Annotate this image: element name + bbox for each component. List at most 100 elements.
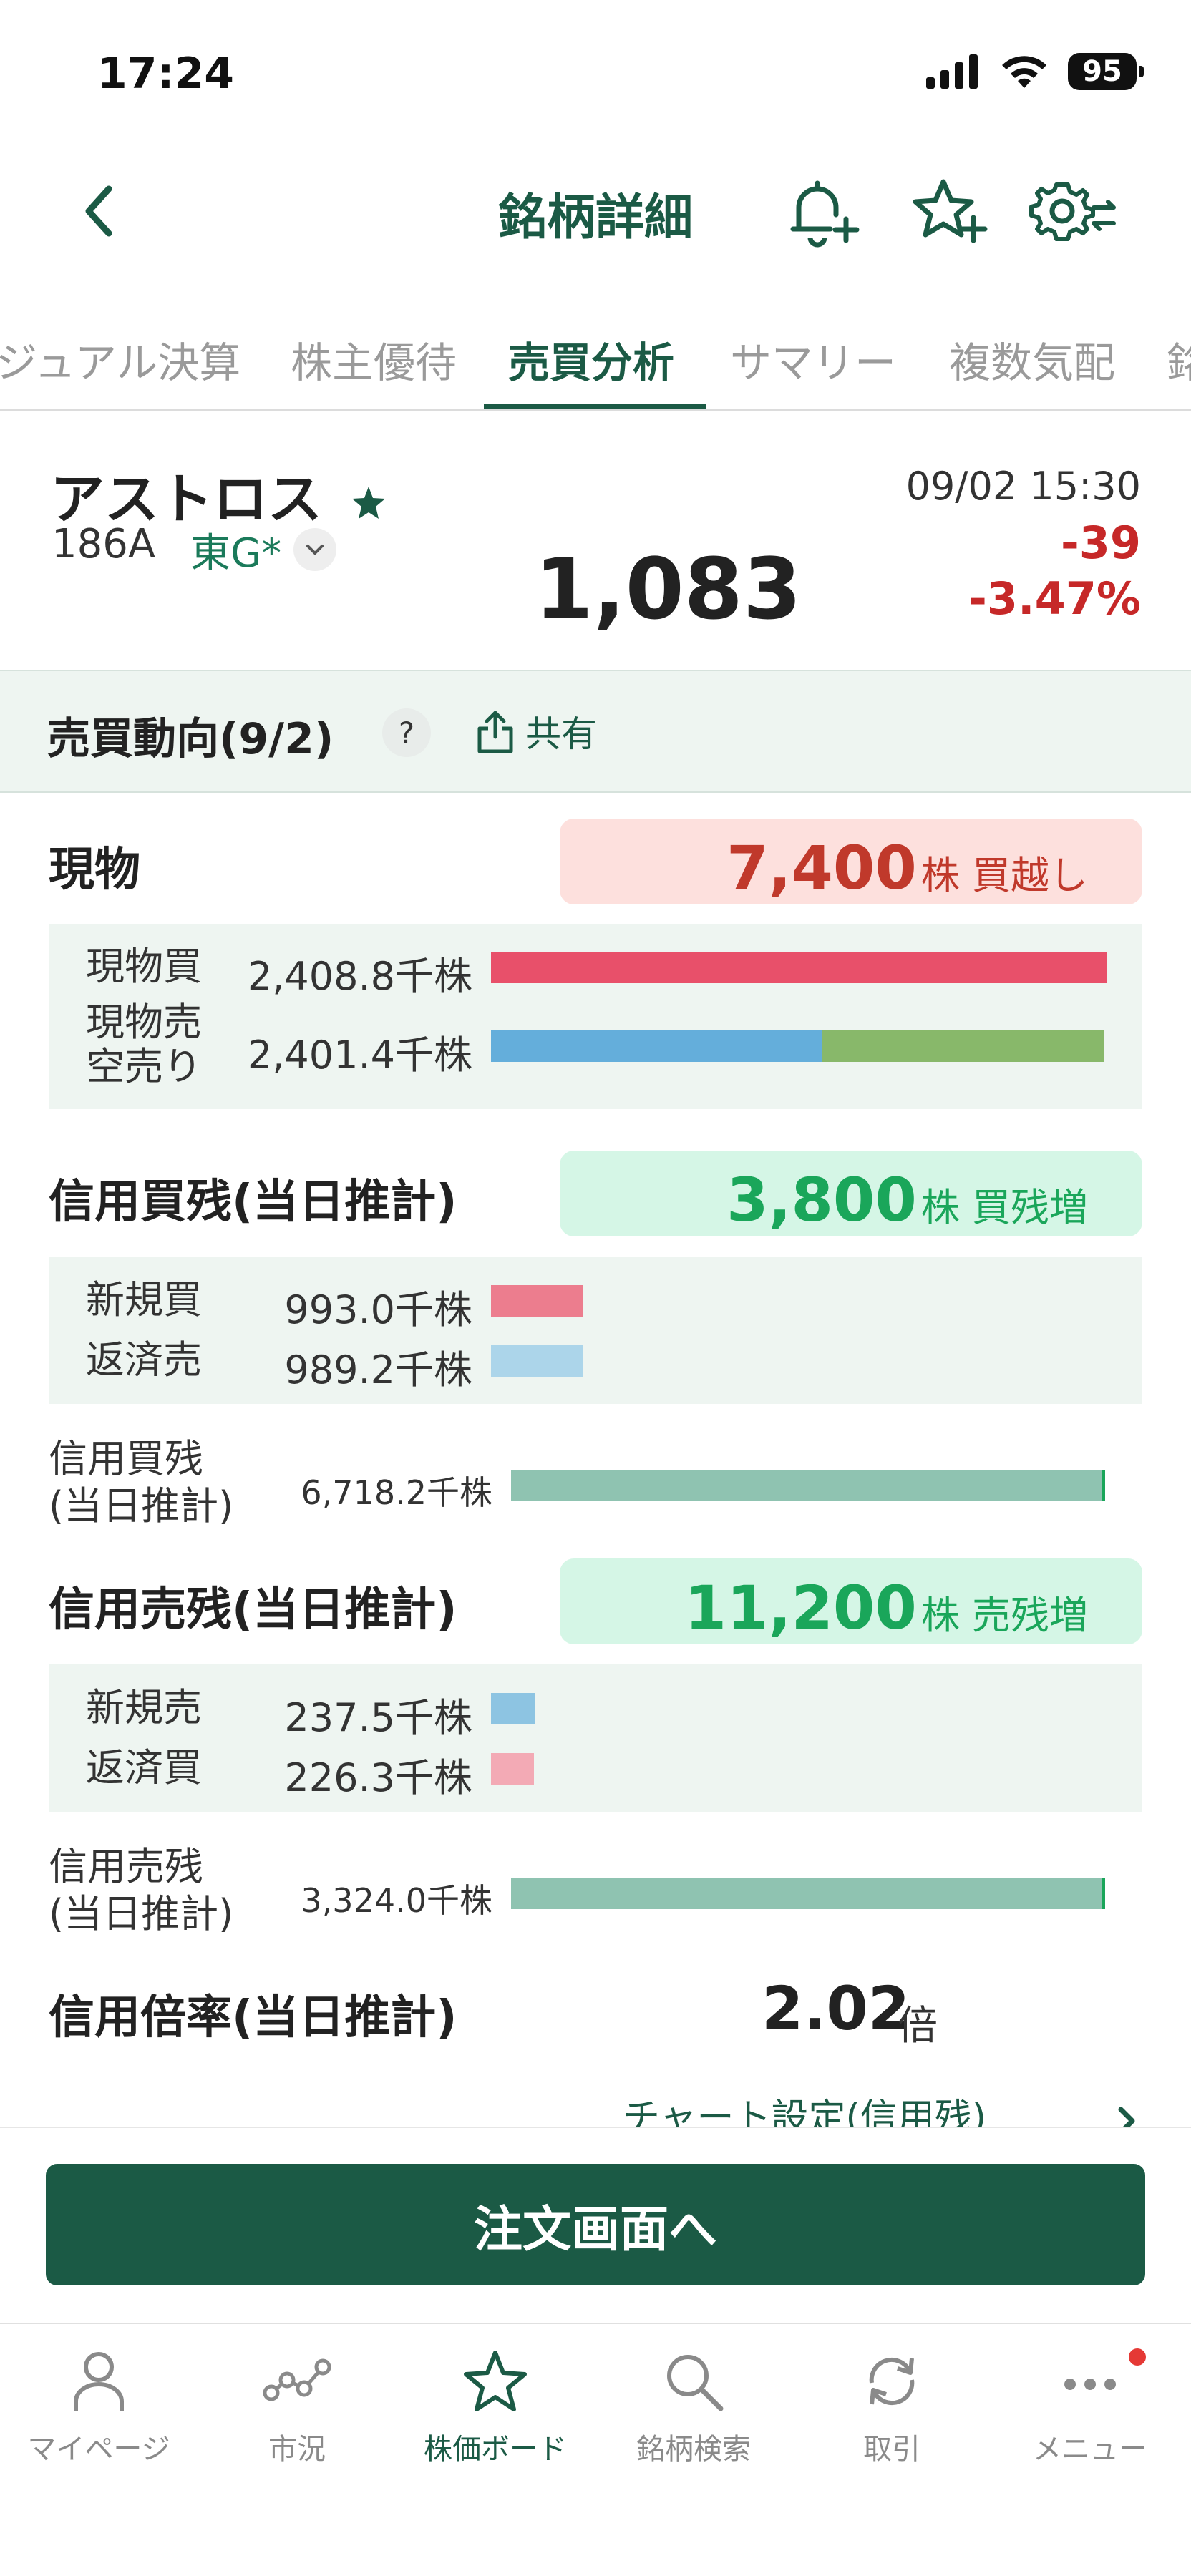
- ratio-unit: 倍: [898, 2003, 938, 2049]
- repay-buy-label: 返済買: [86, 1745, 202, 1790]
- price-change-percent: -3.47%: [968, 572, 1141, 625]
- margin-sell-panel: [49, 1664, 1142, 1812]
- margin-buy-balance-label-line2: (当日推計): [49, 1483, 234, 1528]
- ratio-title: 信用倍率(当日推計): [49, 1991, 457, 2044]
- gear-swap-icon: [1029, 182, 1116, 241]
- nav-menu[interactable]: メニュー: [991, 2346, 1189, 2467]
- new-sell-bar: [491, 1693, 535, 1724]
- repay-sell-bar: [491, 1345, 583, 1377]
- stock-code: 186A: [52, 521, 156, 567]
- genbutsu-sell-value: 2,401.4千株: [247, 1033, 472, 1078]
- person-icon: [74, 2352, 124, 2411]
- chevron-down-icon: [306, 545, 324, 555]
- chart-settings-link[interactable]: チャート設定(信用残): [623, 2089, 986, 2128]
- search-icon: [667, 2355, 724, 2411]
- new-sell-value: 237.5千株: [284, 1695, 472, 1740]
- margin-sell-title: 信用売残(当日推計): [49, 1584, 457, 1636]
- genbutsu-sell-bar-segment: [491, 1030, 822, 1062]
- price-change: -39: [1060, 517, 1141, 569]
- notification-dot: [1129, 2348, 1146, 2366]
- nav-mypage-label: マイページ: [27, 2433, 170, 2466]
- genbutsu-summary: 7,400 株 買越し: [560, 819, 1142, 904]
- tab-trading-analysis[interactable]: 売買分析: [508, 329, 674, 389]
- order-screen-button[interactable]: 注文画面へ: [46, 2164, 1145, 2285]
- genbutsu-buy-bar: [491, 952, 1107, 983]
- nav-menu-label: メニュー: [1033, 2433, 1147, 2466]
- genbutsu-sell-label-line1: 現物売: [86, 1000, 202, 1045]
- help-button[interactable]: ?: [382, 708, 431, 757]
- nav-mypage[interactable]: マイページ: [0, 2346, 198, 2467]
- settings-button[interactable]: [1025, 172, 1116, 250]
- star-icon: [464, 2351, 527, 2411]
- star-plus-icon: [913, 179, 988, 243]
- margin-sell-balance-label-line2: (当日推計): [49, 1891, 234, 1936]
- margin-buy-balance-label-line1: 信用買残: [49, 1436, 203, 1481]
- margin-buy-summary: 3,800 株 買残増: [560, 1151, 1142, 1236]
- chevron-right-icon: [1118, 2107, 1135, 2127]
- nav-market[interactable]: 市況: [198, 2346, 396, 2467]
- margin-buy-panel: [49, 1257, 1142, 1404]
- margin-buy-title: 信用買残(当日推計): [49, 1176, 457, 1229]
- nav-market-label: 市況: [268, 2433, 326, 2466]
- genbutsu-sell-bar: [491, 1030, 1104, 1062]
- current-price: 1,083: [534, 540, 802, 638]
- nav-search-label: 銘柄検索: [636, 2433, 751, 2466]
- market-dropdown[interactable]: [293, 528, 336, 571]
- repay-sell-label: 返済売: [86, 1337, 202, 1382]
- nav-stock-board-label: 株価ボード: [424, 2433, 567, 2466]
- tab-more[interactable]: 銘: [1167, 329, 1191, 389]
- active-tab-indicator: [484, 404, 706, 409]
- margin-buy-summary-unit: 株 買残増: [920, 1185, 1088, 1230]
- margin-sell-summary-number: 11,200: [684, 1573, 917, 1643]
- nav-trade-label: 取引: [863, 2433, 920, 2466]
- margin-buy-summary-number: 3,800: [726, 1165, 917, 1235]
- nav-search[interactable]: 銘柄検索: [595, 2346, 792, 2467]
- market-label[interactable]: 東G*: [190, 521, 281, 579]
- trade-icon: [869, 2357, 915, 2406]
- section-title: 売買動向(9/2): [47, 714, 334, 764]
- margin-buy-balance-value: 6,718.2千株: [301, 1473, 492, 1512]
- wifi-icon: [1002, 56, 1046, 88]
- new-buy-label: 新規買: [86, 1277, 202, 1322]
- genbutsu-summary-number: 7,400: [726, 833, 917, 903]
- tab-shareholder-benefits[interactable]: 株主優待: [291, 329, 457, 389]
- genbutsu-buy-label: 現物買: [86, 944, 202, 989]
- bottom-nav: マイページ 市況 株価ボード 銘柄検索 取引 メニュー: [0, 2323, 1191, 2576]
- menu-dots-icon: [1064, 2379, 1116, 2390]
- signal-icon: [926, 54, 978, 89]
- tab-summary[interactable]: サマリー: [730, 329, 896, 389]
- margin-sell-balance-value: 3,324.0千株: [301, 1881, 492, 1920]
- price-datetime: 09/02 15:30: [905, 464, 1141, 509]
- ratio-value: 2.02: [762, 1974, 910, 2044]
- battery-indicator: 95: [1068, 53, 1144, 90]
- margin-sell-summary-unit: 株 売残増: [920, 1593, 1088, 1638]
- genbutsu-sell-label: 現物売 空売り: [86, 1000, 202, 1089]
- repay-buy-value: 226.3千株: [284, 1755, 472, 1800]
- genbutsu-short-bar-segment: [822, 1030, 1104, 1062]
- status-time: 17:24: [97, 49, 234, 99]
- margin-buy-balance-label: 信用買残 (当日推計): [49, 1435, 233, 1530]
- tab-bar: ジュアル決算 株主優待 売買分析 サマリー 複数気配 銘: [0, 315, 1191, 411]
- nav-stock-board[interactable]: 株価ボード: [397, 2346, 594, 2467]
- share-button[interactable]: 共有: [475, 703, 597, 760]
- favorite-star-icon: [352, 487, 386, 519]
- share-label: 共有: [525, 713, 597, 755]
- repay-buy-bar: [491, 1753, 534, 1785]
- alert-add-button[interactable]: [777, 172, 863, 250]
- genbutsu-sell-label-line2: 空売り: [86, 1044, 202, 1089]
- margin-sell-balance-label: 信用売残 (当日推計): [49, 1843, 233, 1938]
- margin-sell-summary: 11,200 株 売残増: [560, 1558, 1142, 1644]
- favorite-add-button[interactable]: [903, 172, 989, 250]
- share-icon: [477, 711, 513, 753]
- genbutsu-summary-unit: 株 買越し: [920, 853, 1088, 898]
- repay-sell-value: 989.2千株: [284, 1347, 472, 1392]
- market-icon: [263, 2358, 331, 2401]
- genbutsu-title: 現物: [49, 844, 140, 897]
- status-icons: 95: [926, 53, 1144, 90]
- new-buy-value: 993.0千株: [284, 1287, 472, 1332]
- margin-buy-balance-bar: [511, 1470, 1105, 1501]
- chart-settings-chevron[interactable]: [1108, 2101, 1144, 2127]
- tab-multi-quote[interactable]: 複数気配: [949, 329, 1115, 389]
- nav-trade[interactable]: 取引: [793, 2346, 991, 2467]
- tab-visual-results[interactable]: ジュアル決算: [0, 329, 240, 389]
